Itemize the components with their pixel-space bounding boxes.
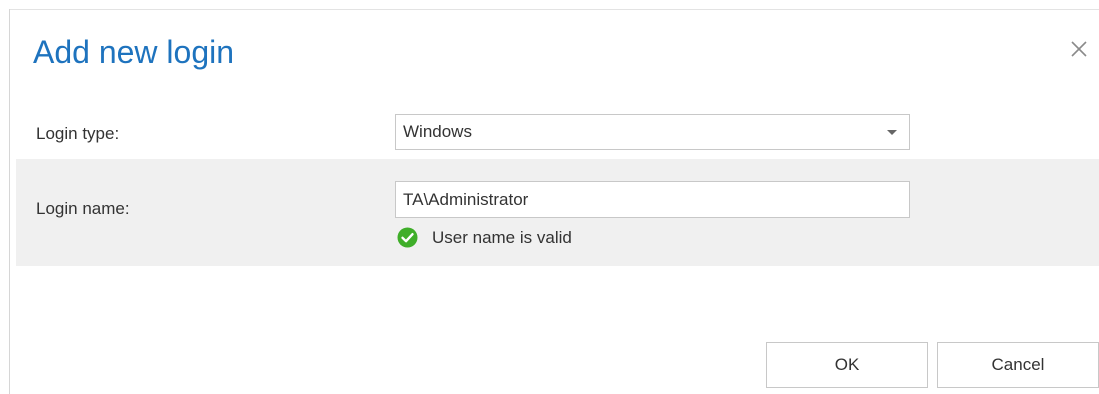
close-icon[interactable] bbox=[1068, 38, 1090, 60]
login-type-select[interactable]: Windows bbox=[395, 114, 910, 150]
login-name-label: Login name: bbox=[36, 199, 130, 218]
login-name-input[interactable] bbox=[395, 181, 910, 218]
check-circle-icon bbox=[397, 227, 418, 248]
dialog-top-border bbox=[10, 9, 1099, 10]
cancel-button[interactable]: Cancel bbox=[937, 342, 1099, 388]
validation-message: User name is valid bbox=[432, 228, 572, 247]
add-login-dialog: Add new login Login type: Windows Login … bbox=[0, 0, 1099, 394]
dialog-title: Add new login bbox=[33, 34, 235, 70]
dialog-left-border bbox=[9, 9, 10, 394]
chevron-down-icon bbox=[887, 130, 897, 135]
ok-button[interactable]: OK bbox=[766, 342, 928, 388]
login-type-label: Login type: bbox=[36, 124, 120, 143]
login-type-selected-value: Windows bbox=[403, 122, 472, 141]
